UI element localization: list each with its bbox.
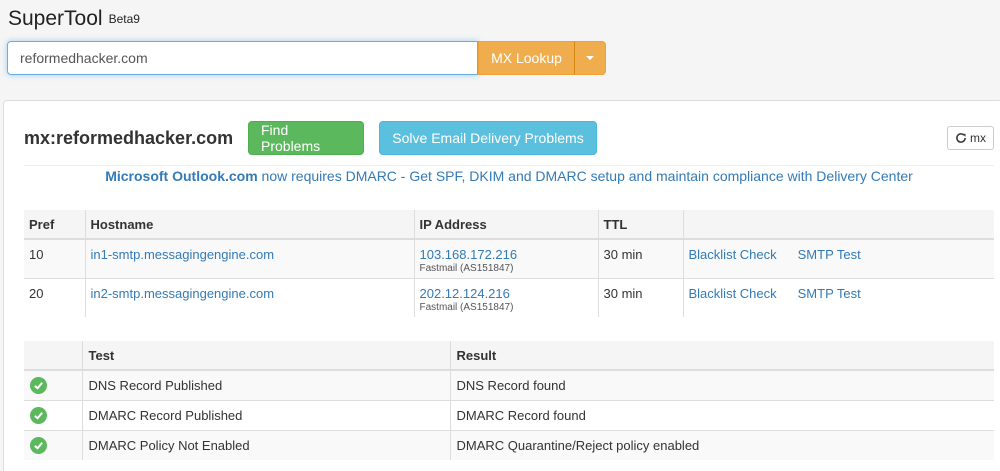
- column-header-ttl: TTL: [597, 210, 683, 240]
- app-version: Beta9: [108, 12, 140, 26]
- test-result-cell: DMARC Quarantine/Reject policy enabled: [449, 429, 994, 460]
- search-bar: MX Lookup: [7, 41, 606, 75]
- smtp-test-link[interactable]: SMTP Test: [798, 247, 861, 262]
- column-header-pref: Pref: [24, 210, 85, 240]
- test-results-table: Test Result DNS Record Published DNS Rec…: [24, 341, 994, 460]
- table-row: DNS Record Published DNS Record found: [24, 369, 994, 400]
- panel-title: mx:reformedhacker.com: [24, 127, 234, 148]
- header-divider: [24, 165, 994, 166]
- table-row: 20 in2-smtp.messagingengine.com 202.12.1…: [24, 277, 994, 317]
- asn-label: Fastmail (AS151847): [419, 263, 514, 274]
- asn-label: Fastmail (AS151847): [419, 301, 514, 313]
- smtp-test-link[interactable]: SMTP Test: [798, 286, 861, 301]
- ip-address-link[interactable]: 103.168.172.216: [420, 247, 593, 262]
- promo-text: now requires DMARC - Get SPF, DKIM and D…: [257, 168, 913, 184]
- ip-address-link[interactable]: 202.12.124.216: [420, 286, 593, 301]
- table-row: DMARC Record Published DMARC Record foun…: [24, 399, 994, 430]
- test-result-cell: DMARC Record found: [449, 399, 994, 430]
- app-brand: SuperTool Beta9: [8, 6, 140, 32]
- hostname-link[interactable]: in2-smtp.messagingengine.com: [91, 286, 275, 301]
- refresh-icon: [956, 133, 966, 143]
- column-header-result: Result: [449, 341, 994, 371]
- column-header-test: Test: [81, 341, 450, 371]
- blacklist-check-link[interactable]: Blacklist Check: [689, 286, 777, 301]
- results-panel: mx:reformedhacker.com Find Problems Solv…: [3, 100, 1000, 471]
- check-circle-icon: [30, 376, 47, 394]
- column-header-ip-address: IP Address: [413, 210, 598, 240]
- refresh-label: mx: [970, 131, 986, 145]
- test-result-cell: DNS Record found: [449, 369, 994, 400]
- solve-delivery-problems-button[interactable]: Solve Email Delivery Problems: [379, 121, 597, 155]
- blacklist-check-link[interactable]: Blacklist Check: [689, 247, 777, 262]
- test-name-cell: DMARC Policy Not Enabled: [81, 429, 450, 460]
- domain-search-input[interactable]: [7, 41, 478, 75]
- hostname-link[interactable]: in1-smtp.messagingengine.com: [91, 247, 275, 262]
- lookup-type-dropdown-button[interactable]: [574, 41, 606, 75]
- table-row: DMARC Policy Not Enabled DMARC Quarantin…: [24, 429, 994, 460]
- promo-link[interactable]: Microsoft Outlook.com: [105, 168, 257, 184]
- table-row: 10 in1-smtp.messagingengine.com 103.168.…: [24, 238, 994, 278]
- test-name-cell: DMARC Record Published: [81, 399, 450, 430]
- app-title: SuperTool: [8, 7, 103, 30]
- test-name-cell: DNS Record Published: [81, 369, 450, 400]
- mx-lookup-button[interactable]: MX Lookup: [478, 41, 574, 75]
- caret-down-icon: [586, 56, 594, 60]
- column-header-status: [24, 341, 82, 371]
- promo-banner: Microsoft Outlook.com now requires DMARC…: [24, 168, 994, 184]
- refresh-button[interactable]: mx: [947, 126, 994, 150]
- column-header-hostname: Hostname: [84, 210, 414, 240]
- check-circle-icon: [30, 436, 47, 454]
- pref-cell: 10: [24, 238, 85, 278]
- mx-records-table: Pref Hostname IP Address TTL 10 in1-smtp…: [24, 210, 994, 317]
- find-problems-button[interactable]: Find Problems: [248, 121, 364, 155]
- check-circle-icon: [30, 406, 47, 424]
- pref-cell: 20: [24, 277, 85, 317]
- column-header-actions: [682, 210, 994, 240]
- ttl-cell: 30 min: [597, 238, 683, 278]
- ttl-cell: 30 min: [597, 277, 683, 317]
- panel-header: mx:reformedhacker.com Find Problems Solv…: [24, 121, 597, 155]
